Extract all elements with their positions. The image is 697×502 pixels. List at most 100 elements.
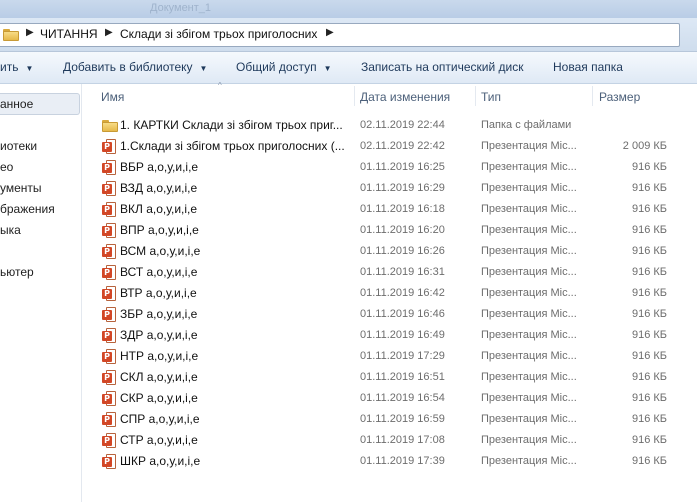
column-divider[interactable] [354,86,355,106]
organize-button[interactable]: ить ▼ [0,60,33,74]
file-date-modified: 01.11.2019 16:42 [360,287,445,299]
file-row[interactable]: P СТР а,о,у,и,і,е 01.11.2019 17:08 Презента… [83,430,697,451]
file-type: Презентация Mic... [481,245,577,257]
file-name: СПР а,о,у,и,і,е [120,412,200,426]
window-ghost-title: Документ_1 [150,2,212,14]
file-row[interactable]: P ВПР а,о,у,и,і,е 01.11.2019 16:20 Презента… [83,220,697,241]
file-row[interactable]: P ШКР а,о,у,и,і,е 01.11.2019 17:39 Презента… [83,451,697,472]
chevron-down-icon: ▼ [323,64,332,73]
file-row[interactable]: P СПР а,о,у,и,і,е 01.11.2019 16:59 Презента… [83,409,697,430]
file-type: Папка с файлами [481,119,572,131]
file-name: НТР а,о,у,и,і,е [120,349,199,363]
file-date-modified: 01.11.2019 16:26 [360,245,445,257]
file-size: 916 КБ [631,308,667,320]
nav-item-favorites-recent[interactable]: анное [0,97,33,111]
nav-item-video[interactable]: ео [0,160,13,174]
command-toolbar: ить ▼ Добавить в библиотеку ▼ Общий доступ… [0,52,697,84]
column-divider[interactable] [475,86,476,106]
file-size: 916 КБ [631,182,667,194]
file-list: ^ Имя Дата изменения Тип Размер 1. КАРТК… [83,81,697,502]
file-size: 2 009 КБ [622,140,667,152]
window-title-strip: Документ_1 [0,0,697,18]
chevron-down-icon: ▼ [25,64,34,73]
file-date-modified: 01.11.2019 16:18 [360,203,445,215]
file-row[interactable]: P СКР а,о,у,и,і,е 01.11.2019 16:54 Презента… [83,388,697,409]
file-row[interactable]: P ВЗД а,о,у,и,і,е 01.11.2019 16:29 Презента… [83,178,697,199]
file-type: Презентация Mic... [481,182,577,194]
file-name: ВСМ а,о,у,и,і,е [120,244,201,258]
column-divider[interactable] [592,86,593,106]
file-type: Презентация Mic... [481,266,577,278]
file-type: Презентация Mic... [481,392,577,404]
file-name: 1. КАРТКИ Склади зі збігом трьох приг... [120,118,343,132]
file-type: Презентация Mic... [481,350,577,362]
file-row[interactable]: P ВСМ а,о,у,и,і,е 01.11.2019 16:26 Презента… [83,241,697,262]
new-folder-button[interactable]: Новая папка [553,60,623,74]
file-row[interactable]: P ЗБР а,о,у,и,і,е 01.11.2019 16:46 Презента… [83,304,697,325]
file-size: 916 КБ [631,434,667,446]
folder-icon [3,29,19,41]
chevron-down-icon: ▼ [199,64,208,73]
column-header-date[interactable]: Дата изменения [360,90,450,104]
file-type: Презентация Mic... [481,329,577,341]
breadcrumb-item-current-folder[interactable]: Склади зі збігом трьох приголосних [120,27,317,41]
file-date-modified: 01.11.2019 16:20 [360,224,445,236]
file-size: 916 КБ [631,329,667,341]
file-date-modified: 01.11.2019 16:54 [360,392,445,404]
file-name: ВТР а,о,у,и,і,е [120,286,197,300]
file-date-modified: 02.11.2019 22:44 [360,119,445,131]
nav-item-computer[interactable]: ьютер [0,265,34,279]
file-type: Презентация Mic... [481,287,577,299]
breadcrumb-separator-icon[interactable]: ▶ [26,27,34,38]
file-row[interactable]: P НТР а,о,у,и,і,е 01.11.2019 17:29 Презента… [83,346,697,367]
column-header-name[interactable]: Имя [101,90,124,104]
file-row[interactable]: 1. КАРТКИ Склади зі збігом трьох приг...… [83,115,697,136]
file-size: 916 КБ [631,224,667,236]
file-type: Презентация Mic... [481,140,577,152]
file-row[interactable]: P ВТР а,о,у,и,і,е 01.11.2019 16:42 Презента… [83,283,697,304]
file-type: Презентация Mic... [481,434,577,446]
column-header-type[interactable]: Тип [481,90,501,104]
file-type: Презентация Mic... [481,413,577,425]
column-header-size[interactable]: Размер [599,90,640,104]
file-name: СКР а,о,у,и,і,е [120,391,198,405]
file-date-modified: 01.11.2019 16:25 [360,161,445,173]
file-row[interactable]: P ЗДР а,о,у,и,і,е 01.11.2019 16:49 Презента… [83,325,697,346]
file-name: СКЛ а,о,у,и,і,е [120,370,198,384]
file-row[interactable]: P ВКЛ а,о,у,и,і,е 01.11.2019 16:18 Презента… [83,199,697,220]
burn-disc-button[interactable]: Записать на оптический диск [361,60,524,74]
file-name: ЗДР а,о,у,и,і,е [120,328,198,342]
file-size: 916 КБ [631,413,667,425]
file-size: 916 КБ [631,287,667,299]
share-button[interactable]: Общий доступ ▼ [236,60,332,74]
breadcrumb-separator-icon[interactable]: ▶ [105,27,113,38]
navigation-pane: анное иотеки ео ументы бражения ыка ьюте… [0,84,82,502]
nav-item-documents[interactable]: ументы [0,181,42,195]
file-date-modified: 01.11.2019 16:29 [360,182,445,194]
sort-arrow-icon: ^ [218,81,222,90]
file-row[interactable]: P 1.Склади зі збігом трьох приголосних (.… [83,136,697,157]
nav-item-music[interactable]: ыка [0,223,21,237]
nav-item-libraries[interactable]: иотеки [0,139,37,153]
file-date-modified: 01.11.2019 16:31 [360,266,445,278]
breadcrumb-item-chytannia[interactable]: ЧИТАННЯ [40,27,98,41]
file-row[interactable]: P СКЛ а,о,у,и,і,е 01.11.2019 16:51 Презента… [83,367,697,388]
file-name: 1.Склади зі збігом трьох приголосних (..… [120,139,345,153]
file-row[interactable]: P ВСТ а,о,у,и,і,е 01.11.2019 16:31 Презента… [83,262,697,283]
file-size: 916 КБ [631,392,667,404]
file-size: 916 КБ [631,266,667,278]
file-date-modified: 01.11.2019 16:59 [360,413,445,425]
file-name: ЗБР а,о,у,и,і,е [120,307,198,321]
add-to-library-button[interactable]: Добавить в библиотеку ▼ [63,60,207,74]
breadcrumb[interactable]: ▶ ЧИТАННЯ ▶ Склади зі збігом трьох приго… [0,23,680,47]
file-type: Презентация Mic... [481,224,577,236]
file-type: Презентация Mic... [481,161,577,173]
file-row[interactable]: P ВБР а,о,у,и,і,е 01.11.2019 16:25 Презента… [83,157,697,178]
file-date-modified: 01.11.2019 16:49 [360,329,445,341]
file-date-modified: 01.11.2019 17:29 [360,350,445,362]
nav-item-pictures[interactable]: бражения [0,202,55,216]
file-type: Презентация Mic... [481,308,577,320]
file-name: ВКЛ а,о,у,и,і,е [120,202,198,216]
file-type: Презентация Mic... [481,455,577,467]
breadcrumb-separator-icon[interactable]: ▶ [326,27,334,38]
